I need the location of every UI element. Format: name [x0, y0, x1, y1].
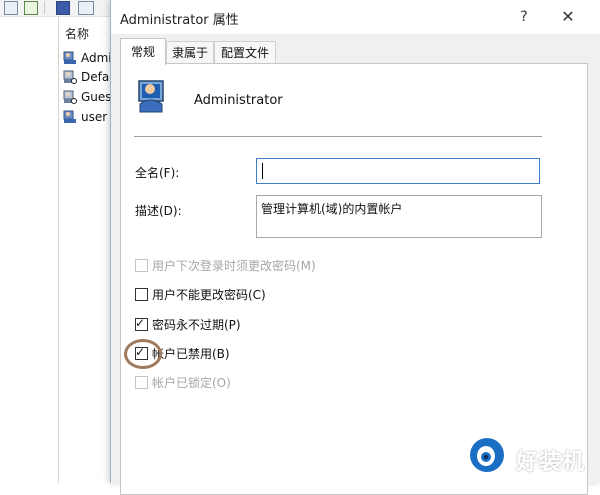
console-tree-pane: [0, 17, 59, 483]
checkbox-box[interactable]: [135, 288, 148, 301]
help-button[interactable]: ?: [513, 7, 535, 27]
description-label: 描述(D):: [135, 204, 182, 218]
account-name: Administrator: [194, 93, 283, 108]
user-account-icon: [138, 80, 164, 113]
close-button[interactable]: ✕: [557, 7, 579, 27]
tab-profile[interactable]: 配置文件: [214, 41, 276, 64]
checkbox-label: 用户不能更改密码(C): [152, 288, 266, 302]
user-name: user: [81, 110, 108, 124]
user-icon: [63, 51, 76, 64]
highlight-annotation-circle: [124, 339, 162, 369]
site-watermark: 好装机: [460, 430, 600, 482]
name-column-header[interactable]: 名称: [65, 25, 89, 42]
fullname-field[interactable]: [256, 158, 540, 184]
watermark-logo: [466, 434, 508, 476]
user-name: Gues: [81, 90, 112, 104]
divider: [134, 136, 542, 137]
background-toolbar: [0, 0, 110, 17]
dialog-titlebar[interactable]: Administrator 属性 ? ✕: [111, 0, 600, 34]
checkbox-label: 帐户已锁定(O): [152, 376, 231, 390]
export-icon[interactable]: [24, 1, 38, 15]
checkbox-box[interactable]: ✓: [135, 316, 148, 331]
checkbox-label: 密码永不过期(P): [152, 318, 241, 332]
text-caret: [262, 163, 263, 179]
dialog-title: Administrator 属性: [120, 13, 239, 28]
user-icon: [63, 110, 76, 123]
description-field[interactable]: 管理计算机(域)的内置帐户: [256, 195, 542, 238]
disabled-user-icon: [63, 70, 77, 84]
fullname-label: 全名(F):: [135, 166, 180, 180]
checkbox-box[interactable]: [135, 376, 148, 389]
disabled-user-icon: [63, 90, 77, 104]
properties-icon[interactable]: [4, 1, 18, 15]
tab-member-of[interactable]: 隶属于: [166, 41, 214, 64]
help-book-icon[interactable]: [56, 1, 70, 15]
checkmark-icon: ✓: [135, 316, 146, 330]
toolbar-separator: [44, 1, 45, 14]
watermark-text: 好装机: [516, 450, 586, 475]
checkbox-box[interactable]: [135, 259, 148, 272]
checkbox-label: 用户下次登录时须更改密码(M): [152, 259, 316, 273]
properties-dialog: Administrator 属性 ? ✕ 常规 隶属于 配置文件 Adminis…: [110, 0, 600, 495]
view-icon[interactable]: [78, 1, 94, 15]
tab-general[interactable]: 常规: [120, 38, 166, 65]
checkbox-label: 帐户已禁用(B): [152, 347, 230, 361]
